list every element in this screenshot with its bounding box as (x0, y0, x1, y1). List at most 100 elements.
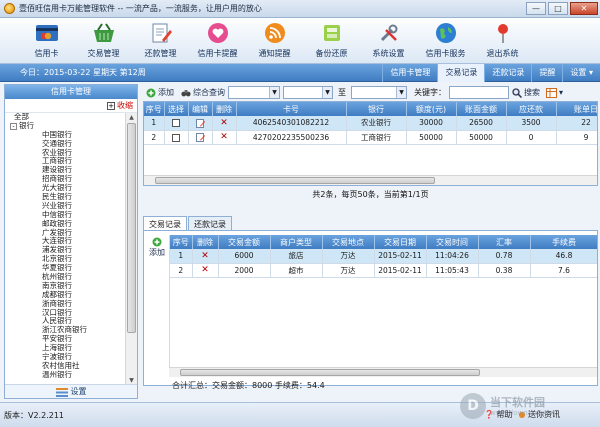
column-header[interactable]: 删除 (212, 102, 237, 116)
tree-collapse-toggle[interactable]: - (10, 122, 17, 130)
database-icon (320, 21, 344, 45)
column-header[interactable]: 删除 (192, 235, 219, 249)
nav-tab-repayments[interactable]: 还款记录 (484, 63, 531, 82)
toolbar-backup-button[interactable]: 备份还原 (303, 18, 360, 64)
close-button[interactable]: ✕ (570, 2, 598, 15)
exchange-rate: 0.78 (478, 249, 531, 264)
nav-tab-settings-label: 设置 (570, 67, 587, 77)
column-header[interactable]: 账单日 (556, 102, 597, 116)
advanced-query-button[interactable]: 综合查询 (181, 87, 225, 98)
column-header[interactable]: 交易日期 (374, 235, 427, 249)
add-card-button[interactable]: 添加 (146, 87, 174, 98)
credit-card-icon (35, 21, 59, 45)
toolbar-settings-button[interactable]: 系统设置 (360, 18, 417, 64)
keyword-input[interactable] (449, 86, 509, 99)
nav-tab-card-management[interactable]: 信用卡管理 (382, 63, 437, 82)
table-row[interactable]: 2 ✕ 2000 超市 万达 2015-02-11 11:05:43 0.38 … (170, 263, 597, 278)
transaction-table: 序号 删除 交易金额 商户类型 交易地点 交易日期 交易时间 汇率 手续费 1 … (169, 235, 597, 367)
column-header[interactable]: 应还款 (506, 102, 557, 116)
table-row[interactable]: 2 ✕ 4270202235500236 工商银行 50000 50000 0 … (144, 130, 597, 145)
bank-name: 农业银行 (346, 116, 407, 131)
select-checkbox[interactable] (164, 116, 189, 131)
chevron-down-icon: ▾ (588, 67, 593, 77)
edit-icon[interactable] (188, 116, 213, 131)
search-button[interactable]: 搜索 (512, 87, 540, 98)
detail-tabs: 交易记录 还款记录 (143, 216, 598, 231)
scroll-thumb[interactable] (180, 369, 480, 376)
export-menu-button[interactable]: ▾ (546, 87, 564, 98)
toolbar-card-reminder-button[interactable]: 信用卡提醒 (189, 18, 246, 64)
transaction-table-scrollbar[interactable] (169, 367, 597, 377)
edit-icon[interactable] (188, 130, 213, 145)
column-header[interactable]: 账面金额 (456, 102, 507, 116)
toolbar-label: 信用卡服务 (425, 49, 466, 58)
tree-node-bank-item[interactable]: 温州银行 (10, 370, 125, 380)
maximize-button[interactable]: □ (548, 2, 568, 15)
nav-tab-transactions[interactable]: 交易记录 (437, 63, 485, 82)
left-settings-button[interactable]: 设置 (5, 384, 137, 398)
tools-icon (377, 21, 401, 45)
column-header[interactable]: 序号 (144, 102, 165, 116)
column-header[interactable]: 银行 (346, 102, 407, 116)
toolbar-card-service-button[interactable]: 信用卡服务 (417, 18, 474, 64)
column-header[interactable]: 交易地点 (322, 235, 375, 249)
date-type-select[interactable]: ▼ (228, 86, 280, 99)
toolbar-repayment-button[interactable]: 还款管理 (132, 18, 189, 64)
row-number: 2 (144, 130, 165, 145)
toolbar-label: 交易管理 (87, 49, 120, 58)
card-table-scrollbar[interactable] (144, 175, 597, 185)
tab-repayment-records[interactable]: 还款记录 (188, 216, 232, 230)
card-table-header: 序号 选择 编辑 删除 卡号 银行 额度(元) 账面金额 应还款 账单日 (144, 102, 597, 116)
table-row[interactable]: 1 ✕ 4062540301082212 农业银行 30000 26500 35… (144, 116, 597, 131)
delete-icon[interactable]: ✕ (212, 116, 237, 131)
delete-icon[interactable]: ✕ (192, 263, 219, 278)
column-header[interactable]: 交易金额 (218, 235, 271, 249)
row-number: 1 (170, 249, 193, 264)
card-management-panel: 信用卡管理 + 收缩 全部 - 银行 中国银行 交通银行 农业银行 工商银行 建设银行招… (4, 84, 138, 399)
column-header[interactable]: 商户类型 (270, 235, 323, 249)
column-header[interactable]: 序号 (170, 235, 193, 249)
toolbar-label: 系统设置 (372, 49, 405, 58)
column-header[interactable]: 交易时间 (426, 235, 479, 249)
card-table: 序号 选择 编辑 删除 卡号 银行 额度(元) 账面金额 应还款 账单日 1 ✕… (143, 101, 598, 186)
credit-limit: 50000 (406, 130, 457, 145)
scroll-thumb[interactable] (155, 177, 435, 184)
toolbar-exit-button[interactable]: 退出系统 (474, 18, 531, 64)
keyword-label: 关键字： (414, 88, 446, 97)
column-header[interactable]: 额度(元) (406, 102, 457, 116)
delete-icon[interactable]: ✕ (212, 130, 237, 145)
panel-header: 信用卡管理 (5, 85, 137, 99)
toolbar-credit-card-button[interactable]: 信用卡 (18, 18, 75, 64)
summary-totals: 合计汇总：交易金额：8000 手续费：54.4 (172, 381, 325, 390)
book-balance: 26500 (456, 116, 507, 131)
column-header[interactable]: 编辑 (188, 102, 213, 116)
collapse-box: + (107, 101, 115, 110)
start-date-picker[interactable]: ▼ (283, 86, 333, 99)
minimize-button[interactable]: — (526, 2, 546, 15)
delete-icon[interactable]: ✕ (192, 249, 219, 264)
settings-list-icon (55, 387, 68, 397)
column-header[interactable]: 手续费 (530, 235, 597, 249)
tab-transaction-records[interactable]: 交易记录 (143, 216, 187, 230)
row-number: 1 (144, 116, 165, 131)
table-icon (546, 87, 557, 98)
add-transaction-button[interactable]: 添加 (147, 237, 167, 258)
table-row[interactable]: 1 ✕ 6000 旅店 万达 2015-02-11 11:04:26 0.78 … (170, 249, 597, 264)
window-title: 壹佰旺信用卡万能管理软件 -- 一流产品，一流服务，让用户用的放心 (19, 4, 262, 13)
nav-tab-reminder[interactable]: 提醒 (531, 63, 562, 82)
bank-tree: 全部 - 银行 中国银行 交通银行 农业银行 工商银行 建设银行 招商银行 光大银行 民生银行… (5, 113, 125, 386)
binoculars-icon (181, 89, 191, 96)
column-header[interactable]: 选择 (164, 102, 189, 116)
collapse-button[interactable]: + 收缩 (107, 100, 133, 111)
toolbar-notification-button[interactable]: 通知提醒 (246, 18, 303, 64)
chevron-down-icon: ▾ (559, 88, 564, 97)
end-date-picker[interactable]: ▼ (351, 86, 407, 99)
select-checkbox[interactable] (164, 130, 189, 145)
nav-tab-settings[interactable]: 设置 ▾ (562, 63, 600, 82)
column-header[interactable]: 卡号 (236, 102, 347, 116)
scroll-up-arrow[interactable]: ▲ (126, 113, 137, 123)
column-header[interactable]: 汇率 (478, 235, 531, 249)
scroll-thumb[interactable] (127, 123, 136, 333)
tree-scrollbar[interactable]: ▲ ▼ (125, 113, 137, 386)
toolbar-transactions-button[interactable]: 交易管理 (75, 18, 132, 64)
